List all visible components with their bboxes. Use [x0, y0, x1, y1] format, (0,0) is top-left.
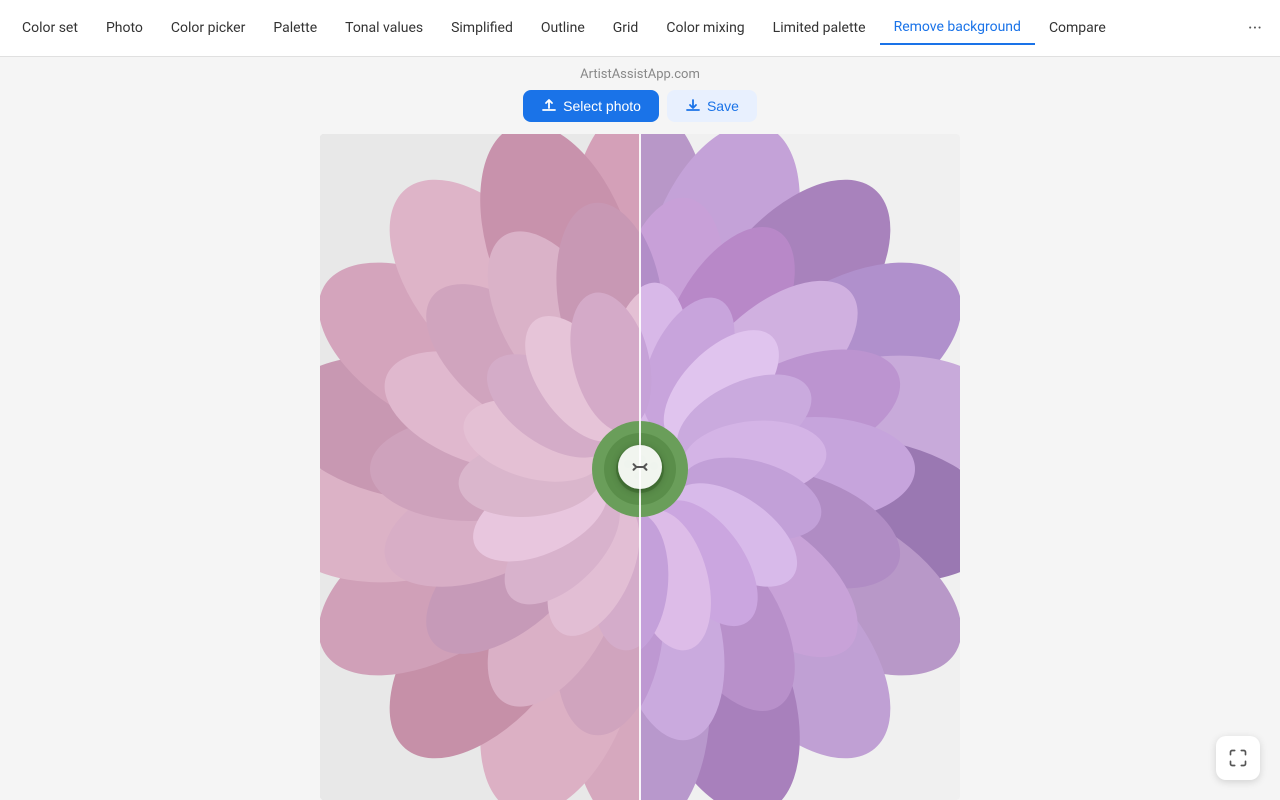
fullscreen-button[interactable] — [1216, 736, 1260, 780]
nav-item-outline[interactable]: Outline — [527, 12, 599, 44]
arrows-horizontal-icon — [629, 456, 651, 478]
save-icon — [685, 98, 701, 114]
save-button[interactable]: Save — [667, 90, 757, 122]
nav-item-palette[interactable]: Palette — [259, 12, 331, 44]
compare-container — [320, 134, 960, 800]
nav-item-limited-palette[interactable]: Limited palette — [759, 12, 880, 44]
compare-left-panel — [320, 134, 640, 800]
nav-item-color-picker[interactable]: Color picker — [157, 12, 259, 44]
nav-item-color-set[interactable]: Color set — [8, 12, 92, 44]
more-menu-button[interactable]: ··· — [1238, 10, 1272, 47]
nav-item-color-mixing[interactable]: Color mixing — [652, 12, 758, 44]
nav-item-photo[interactable]: Photo — [92, 12, 157, 44]
flower-original — [320, 134, 640, 800]
app-subtitle: ArtistAssistApp.com — [580, 67, 700, 82]
navbar: Color set Photo Color picker Palette Ton… — [0, 0, 1280, 57]
nav-item-grid[interactable]: Grid — [599, 12, 653, 44]
upload-icon — [541, 98, 557, 114]
nav-item-simplified[interactable]: Simplified — [437, 12, 527, 44]
main-content: ArtistAssistApp.com Select photo Save — [0, 57, 1280, 800]
nav-item-remove-background[interactable]: Remove background — [880, 11, 1035, 45]
fullscreen-icon — [1228, 748, 1248, 768]
compare-divider-handle[interactable] — [618, 445, 662, 489]
select-photo-button[interactable]: Select photo — [523, 90, 659, 122]
nav-item-tonal-values[interactable]: Tonal values — [331, 12, 437, 44]
nav-item-compare[interactable]: Compare — [1035, 12, 1120, 44]
toolbar: Select photo Save — [523, 90, 757, 122]
